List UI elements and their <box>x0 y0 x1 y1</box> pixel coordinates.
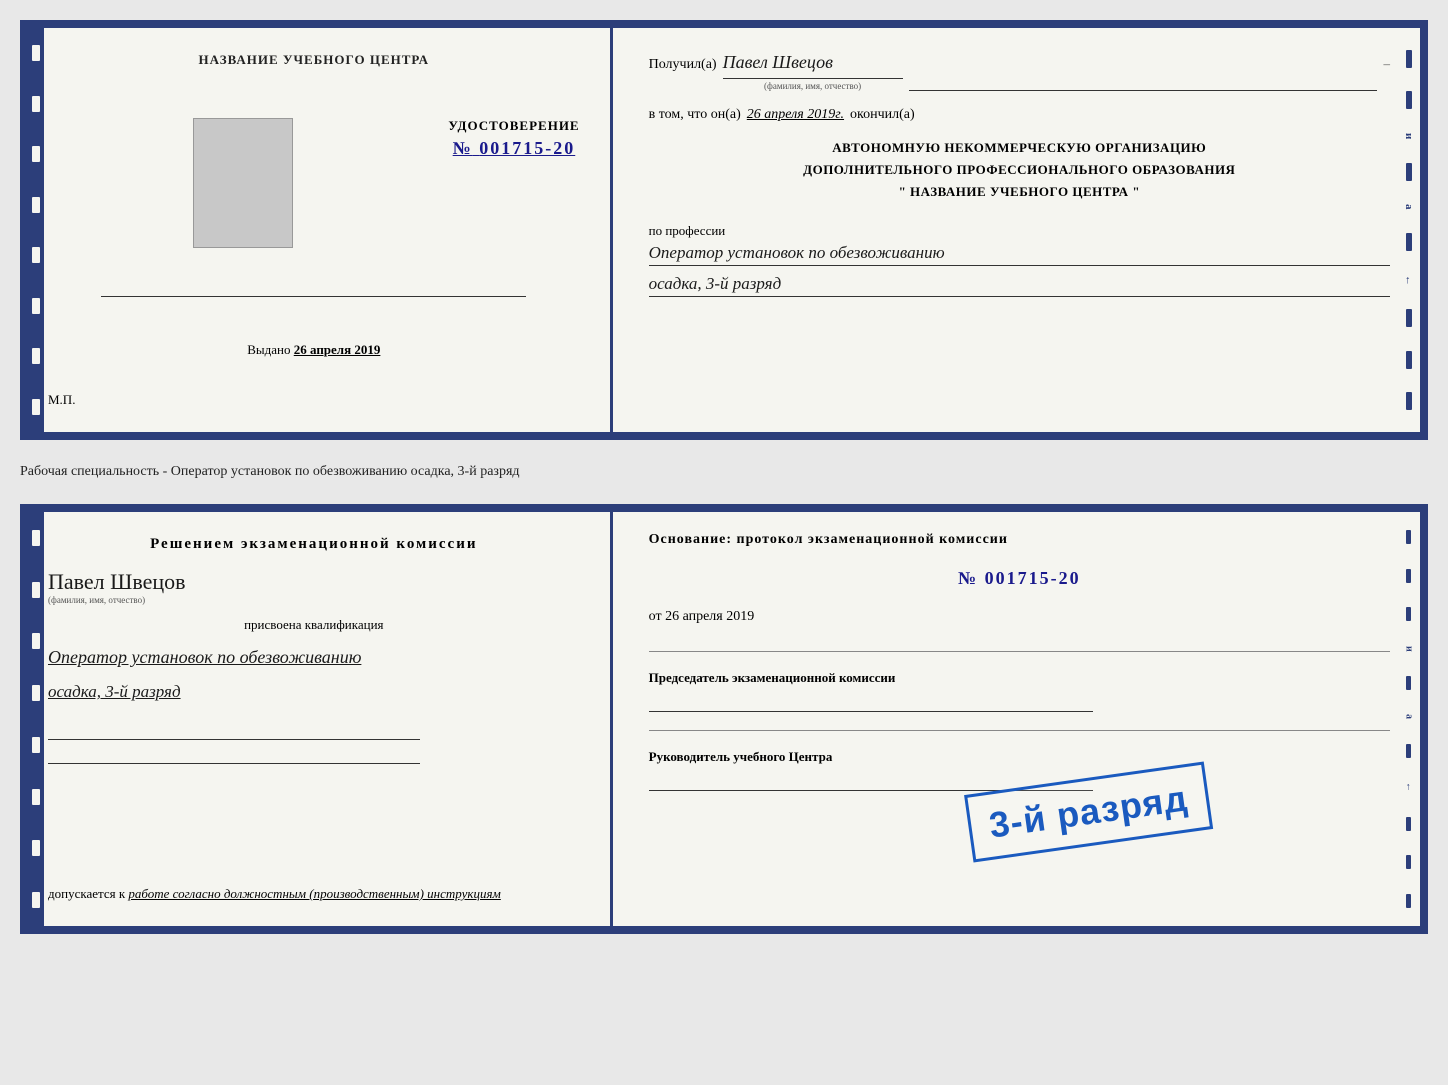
cert-number-block: УДОСТОВЕРЕНИЕ № 001715-20 <box>448 118 579 159</box>
doc1-left-panel: НАЗВАНИЕ УЧЕБНОГО ЦЕНТРА УДОСТОВЕРЕНИЕ №… <box>28 28 613 432</box>
chairman-label: Председатель экзаменационной комиссии <box>649 670 1390 686</box>
profession-value: Оператор установок по обезвоживанию <box>649 243 1390 266</box>
protocol-date: от 26 апреля 2019 <box>649 609 1390 625</box>
person-name: Павел Швецов <box>48 569 580 595</box>
person-block: Павел Швецов (фамилия, имя, отчество) <box>48 565 580 605</box>
chairman-block: Председатель экзаменационной комиссии <box>649 670 1390 712</box>
doc2-rank-value: осадка, 3-й разряд <box>48 682 580 702</box>
org-block: АВТОНОМНУЮ НЕКОММЕРЧЕСКУЮ ОРГАНИЗАЦИЮ ДО… <box>649 137 1390 203</box>
recipient-name: Павел Швецов <box>723 48 903 79</box>
signature-lines <box>48 722 580 764</box>
date-value: 26 апреля 2019г. <box>747 107 844 123</box>
photo-placeholder <box>193 118 293 248</box>
cert-number: № 001715-20 <box>453 138 576 158</box>
basis-title: Основание: протокол экзаменационной коми… <box>649 532 1390 548</box>
divider-2 <box>649 730 1390 731</box>
mp-label: М.П. <box>48 392 75 408</box>
decision-title: Решением экзаменационной комиссии <box>48 536 580 553</box>
profession-block: по профессии Оператор установок по обезв… <box>649 223 1390 297</box>
right-decoration-bars: и а ← <box>1398 28 1420 432</box>
issued-line: Выдано 26 апреля 2019 <box>247 342 380 358</box>
assigned-label: присвоена квалификация <box>48 617 580 633</box>
doc1-right-panel: Получил(а) Павел Швецов (фамилия, имя, о… <box>613 28 1420 432</box>
page-container: НАЗВАНИЕ УЧЕБНОГО ЦЕНТРА УДОСТОВЕРЕНИЕ №… <box>20 20 1428 934</box>
doc2-left-panel: Решением экзаменационной комиссии Павел … <box>28 512 613 926</box>
received-line: Получил(а) Павел Швецов (фамилия, имя, о… <box>649 48 1390 93</box>
person-fio-hint: (фамилия, имя, отчество) <box>48 595 580 605</box>
divider-1 <box>649 651 1390 652</box>
sign-line-1 <box>48 722 420 740</box>
sign-line-2 <box>48 746 420 764</box>
fio-hint: (фамилия, имя, отчество) <box>764 79 861 93</box>
doc2-profession-value: Оператор установок по обезвоживанию <box>48 645 580 670</box>
certificate-document-2: Решением экзаменационной комиссии Павел … <box>20 504 1428 934</box>
protocol-number: № 001715-20 <box>649 568 1390 589</box>
stamp-overlay: 3-й разряд <box>968 778 1210 846</box>
cert-label: УДОСТОВЕРЕНИЕ <box>448 118 579 134</box>
doc1-center-title: НАЗВАНИЕ УЧЕБНОГО ЦЕНТРА <box>199 52 430 68</box>
profession-rank: осадка, 3-й разряд <box>649 274 1390 297</box>
допускается-value: работе согласно должностным (производств… <box>128 886 500 901</box>
date-line: в том, что он(а) 26 апреля 2019г. окончи… <box>649 107 1390 123</box>
director-label: Руководитель учебного Центра <box>649 749 1390 765</box>
specialty-description: Рабочая специальность - Оператор установ… <box>20 458 1428 486</box>
right-decoration-bars-2: и а ← <box>1398 512 1420 926</box>
certificate-document-1: НАЗВАНИЕ УЧЕБНОГО ЦЕНТРА УДОСТОВЕРЕНИЕ №… <box>20 20 1428 440</box>
chairman-sign-line <box>649 694 1094 712</box>
допускается-block: допускается к работе согласно должностны… <box>48 870 580 902</box>
doc2-right-panel: Основание: протокол экзаменационной коми… <box>613 512 1420 926</box>
